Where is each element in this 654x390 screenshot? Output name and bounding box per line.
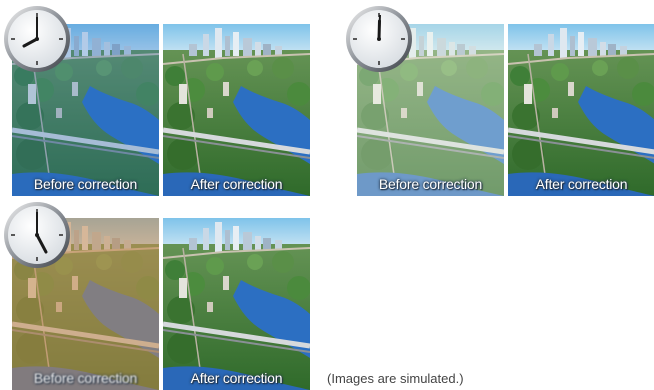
clock-icon: [2, 4, 72, 74]
after-caption: After correction: [190, 176, 283, 192]
after-image-1: After correction: [163, 24, 310, 196]
simulated-note: (Images are simulated.): [327, 371, 464, 386]
clock-icon: [344, 4, 414, 74]
city-photo: [508, 24, 654, 196]
after-image-2: After correction: [508, 24, 654, 196]
before-caption: Before correction: [33, 370, 138, 386]
before-caption: Before correction: [378, 176, 483, 192]
clock-icon: [2, 200, 72, 270]
city-photo: [163, 218, 310, 390]
before-caption: Before correction: [33, 176, 138, 192]
city-photo: [163, 24, 310, 196]
after-caption: After correction: [190, 370, 283, 386]
after-caption: After correction: [535, 176, 628, 192]
after-image-3: After correction: [163, 218, 310, 390]
